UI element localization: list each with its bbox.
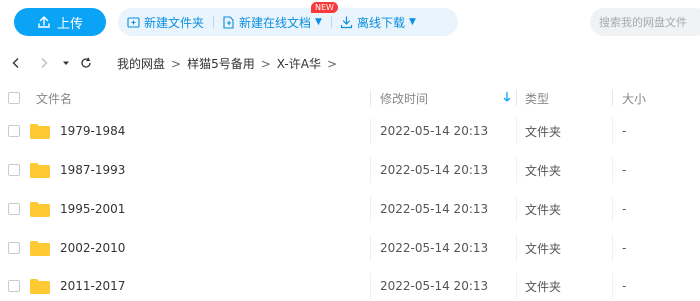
- new-folder-label: 新建文件夹: [144, 15, 205, 30]
- file-name[interactable]: 2002-2010: [60, 241, 125, 255]
- file-name[interactable]: 1995-2001: [60, 202, 125, 216]
- column-divider: [516, 273, 517, 299]
- upload-icon: [38, 16, 50, 28]
- file-name[interactable]: 1979-1984: [60, 124, 125, 138]
- table-row[interactable]: 1987-1993 2022-05-14 20:13 文件夹 -: [0, 151, 700, 189]
- breadcrumb-item[interactable]: 我的网盘: [117, 55, 165, 72]
- new-folder-icon: [127, 16, 140, 28]
- file-modified: 2022-05-14 20:13: [380, 279, 489, 293]
- folder-icon: [30, 201, 50, 217]
- column-divider: [516, 235, 517, 261]
- refresh-icon[interactable]: [78, 55, 94, 71]
- table-row[interactable]: 1979-1984 2022-05-14 20:13 文件夹 -: [0, 112, 700, 150]
- column-divider: [370, 196, 371, 222]
- column-divider: [612, 118, 613, 144]
- file-size: -: [622, 241, 627, 255]
- file-modified: 2022-05-14 20:13: [380, 202, 489, 216]
- file-size: -: [622, 202, 627, 216]
- column-divider: [516, 90, 517, 106]
- folder-icon: [30, 162, 50, 178]
- column-divider: [370, 90, 371, 106]
- column-header-modified[interactable]: 修改时间: [380, 90, 428, 107]
- chevron-down-icon: ▼: [315, 17, 322, 27]
- column-divider: [516, 196, 517, 222]
- column-divider: [516, 118, 517, 144]
- table-header: 文件名 修改时间 类型 大小: [0, 84, 700, 112]
- folder-icon: [30, 123, 50, 139]
- row-checkbox[interactable]: [8, 280, 20, 292]
- history-dropdown-icon[interactable]: [58, 55, 74, 71]
- column-header-name[interactable]: 文件名: [36, 90, 72, 107]
- row-checkbox[interactable]: [8, 242, 20, 254]
- sort-down-icon[interactable]: [502, 90, 512, 107]
- breadcrumb-item[interactable]: X-许A华: [277, 55, 321, 72]
- chevron-down-icon: ▼: [408, 17, 416, 27]
- column-divider: [612, 235, 613, 261]
- row-checkbox[interactable]: [8, 125, 20, 137]
- breadcrumb-item[interactable]: 样猫5号备用: [187, 55, 255, 72]
- navigation-bar: 我的网盘 > 样猫5号备用 > X-许A华 >: [0, 48, 700, 78]
- new-doc-icon: [223, 15, 234, 29]
- file-type: 文件夹: [525, 202, 562, 217]
- file-type: 文件夹: [525, 163, 562, 178]
- table-row[interactable]: 2011-2017 2022-05-14 20:13 文件夹 -: [0, 267, 700, 301]
- offline-download-button[interactable]: 离线下载 ▼: [330, 8, 425, 36]
- new-folder-button[interactable]: 新建文件夹: [118, 8, 213, 36]
- file-type: 文件夹: [525, 241, 562, 256]
- chevron-right-icon: >: [260, 56, 271, 71]
- file-size: -: [622, 279, 627, 293]
- chevron-right-icon: >: [171, 56, 182, 71]
- file-name[interactable]: 2011-2017: [60, 279, 125, 293]
- column-divider: [612, 90, 613, 106]
- column-divider: [370, 157, 371, 183]
- row-checkbox[interactable]: [8, 203, 20, 215]
- column-divider: [516, 157, 517, 183]
- breadcrumb: 我的网盘 > 样猫5号备用 > X-许A华 >: [117, 55, 337, 72]
- action-group: 新建文件夹 新建在线文档 ▼ 离线下载 ▼ NEW: [118, 2, 458, 36]
- column-divider: [612, 273, 613, 299]
- forward-icon[interactable]: [36, 55, 52, 71]
- back-icon[interactable]: [8, 55, 24, 71]
- folder-icon: [30, 278, 50, 294]
- folder-icon: [30, 240, 50, 256]
- column-header-type[interactable]: 类型: [525, 90, 549, 107]
- row-checkbox[interactable]: [8, 164, 20, 176]
- file-size: -: [622, 163, 627, 177]
- chevron-right-icon: >: [326, 56, 338, 71]
- new-badge: NEW: [311, 2, 338, 13]
- column-header-size[interactable]: 大小: [622, 90, 646, 107]
- file-type: 文件夹: [525, 124, 562, 139]
- offline-download-label: 离线下载: [356, 15, 405, 30]
- toolbar: 上传 新建文件夹 新建在线文档 ▼ 离线下载 ▼ NEW: [0, 0, 700, 44]
- select-all-checkbox[interactable]: [8, 92, 20, 104]
- file-name[interactable]: 1987-1993: [60, 163, 125, 177]
- file-modified: 2022-05-14 20:13: [380, 163, 489, 177]
- file-size: -: [622, 124, 627, 138]
- table-row[interactable]: 2002-2010 2022-05-14 20:13 文件夹 -: [0, 229, 700, 267]
- upload-button[interactable]: 上传: [14, 8, 106, 36]
- column-divider: [612, 196, 613, 222]
- upload-label: 上传: [56, 16, 83, 32]
- column-divider: [612, 157, 613, 183]
- file-modified: 2022-05-14 20:13: [380, 124, 489, 138]
- column-divider: [370, 235, 371, 261]
- new-doc-label: 新建在线文档: [239, 15, 312, 30]
- search-input[interactable]: [590, 8, 700, 36]
- download-icon: [340, 15, 353, 28]
- column-divider: [370, 273, 371, 299]
- table-row[interactable]: 1995-2001 2022-05-14 20:13 文件夹 -: [0, 190, 700, 228]
- column-divider: [370, 118, 371, 144]
- file-type: 文件夹: [525, 279, 562, 294]
- file-modified: 2022-05-14 20:13: [380, 241, 489, 255]
